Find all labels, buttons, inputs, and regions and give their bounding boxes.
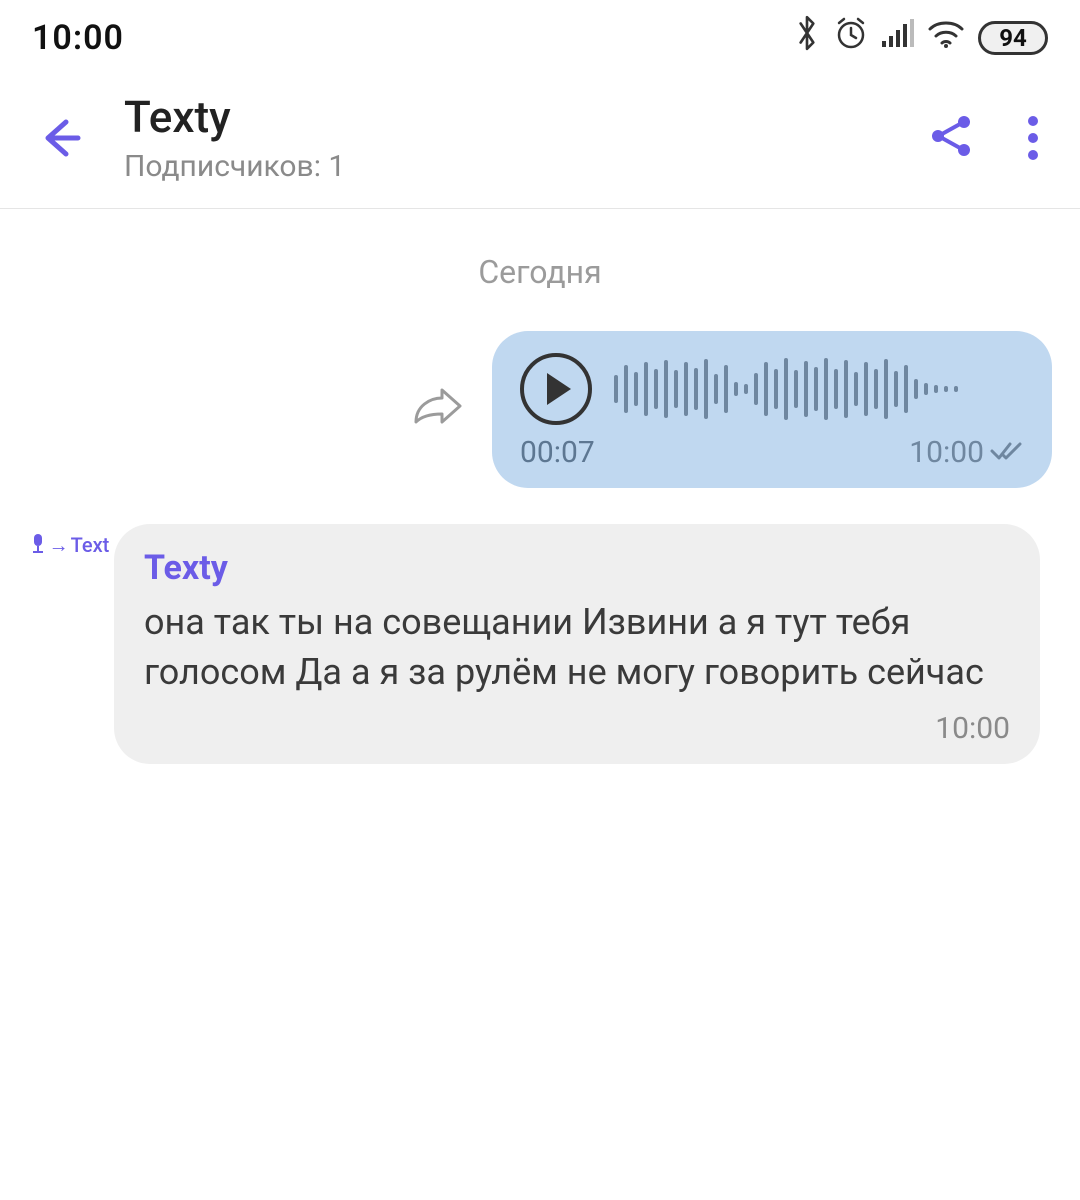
chat-area: Сегодня 00:07 10:00 [0,209,1080,764]
chat-title: Texty [124,91,930,143]
voice-duration: 00:07 [520,435,595,470]
chat-subtitle: Подписчиков: 1 [124,149,930,184]
voice-message-bubble[interactable]: 00:07 10:00 [492,331,1052,488]
message-row-incoming: → Text Texty она так ты на совещании Изв… [0,488,1080,764]
signal-icon [882,18,914,58]
date-separator: Сегодня [0,253,1080,291]
bluetooth-icon [794,14,820,61]
message-row-outgoing: 00:07 10:00 [0,331,1080,488]
play-button[interactable] [520,353,592,425]
more-menu-icon[interactable] [1028,116,1038,160]
waveform[interactable] [614,355,1024,423]
status-time: 10:00 [32,18,124,58]
message-body: она так ты на совещании Извини а я тут т… [144,598,1010,697]
chat-header: Texty Подписчиков: 1 [0,71,1080,209]
alarm-icon [834,16,868,59]
text-message-bubble[interactable]: Texty она так ты на совещании Извини а я… [114,524,1040,764]
forward-icon[interactable] [410,386,464,434]
battery-indicator: 94 [978,21,1048,55]
message-time: 10:00 [144,711,1010,746]
read-check-icon [990,435,1024,470]
status-bar: 10:00 94 [0,0,1080,71]
play-icon [547,373,571,405]
share-icon[interactable] [930,114,974,162]
voice-sent-time: 10:00 [909,435,984,470]
bot-avatar[interactable]: → Text [24,532,114,558]
arrow-right-icon: → [49,533,69,558]
wifi-icon [928,18,964,58]
avatar-label: Text [71,533,110,557]
header-title-block[interactable]: Texty Подписчиков: 1 [96,91,930,184]
back-button[interactable] [24,116,96,160]
status-icons: 94 [794,14,1048,61]
message-sender: Texty [144,548,1010,588]
